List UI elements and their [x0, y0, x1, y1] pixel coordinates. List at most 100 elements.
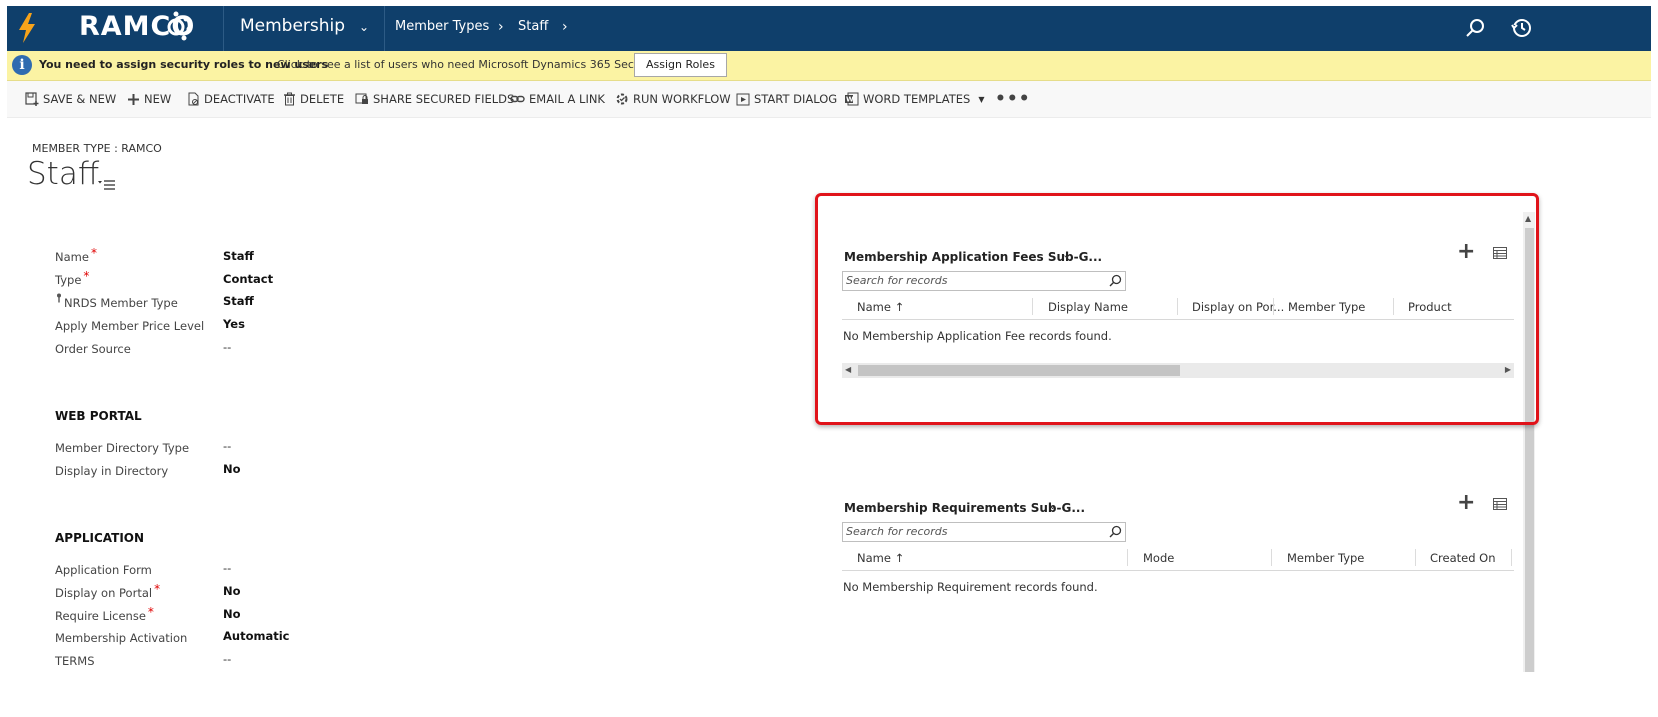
workflow-icon [616, 93, 628, 105]
run-workflow-label: RUN WORKFLOW [633, 92, 731, 106]
field-value-activation[interactable]: Automatic [223, 629, 289, 643]
plus-icon [128, 93, 139, 105]
word-templates-button[interactable]: W WORD TEMPLATES ▼ [844, 92, 984, 106]
field-label-display-portal: Display on Portal * [55, 582, 161, 600]
breadcrumb-staff[interactable]: Staff [518, 19, 548, 34]
required-marker: * [154, 582, 161, 596]
save-new-button[interactable]: SAVE & NEW [25, 92, 116, 106]
share-secured-fields-button[interactable]: SHARE SECURED FIELDS [355, 92, 514, 106]
field-label-type: Type * [55, 269, 90, 287]
column-header-mode[interactable]: Mode [1143, 551, 1174, 565]
record-type-label: MEMBER TYPE : RAMCO [32, 142, 162, 155]
column-divider[interactable] [1271, 549, 1272, 566]
email-link-label: EMAIL A LINK [529, 92, 605, 106]
field-value-display-directory[interactable]: No [223, 462, 241, 476]
field-label-order-source: Order Source [55, 342, 131, 356]
search-icon[interactable] [1109, 525, 1122, 538]
breadcrumb-member-types[interactable]: Member Types [395, 19, 489, 34]
subgrid-requirements-empty-message: No Membership Requirement records found. [843, 580, 1098, 594]
field-label-nrds: NRDS Member Type [64, 296, 178, 310]
field-value-directory-type[interactable]: -- [223, 439, 231, 453]
chevron-right-icon[interactable]: › [562, 19, 568, 35]
add-record-button[interactable]: + [1457, 490, 1475, 515]
column-divider[interactable] [1511, 549, 1512, 566]
word-templates-label: WORD TEMPLATES [863, 92, 971, 106]
share-lock-icon [355, 93, 368, 104]
save-new-label: SAVE & NEW [43, 92, 117, 106]
field-label-terms: TERMS [55, 654, 95, 668]
form-selector-icon[interactable] [98, 178, 116, 190]
email-link-button[interactable]: EMAIL A LINK [510, 92, 605, 106]
assign-roles-button[interactable]: Assign Roles [634, 53, 727, 77]
section-heading-web-portal: WEB PORTAL [55, 409, 142, 423]
subgrid-requirements-header: Name ↑ Mode Member Type Created On [842, 546, 1514, 571]
delete-button[interactable]: DELETE [283, 92, 344, 106]
field-value-name[interactable]: Staff [223, 249, 254, 263]
lightning-icon[interactable] [15, 12, 39, 44]
save-new-icon [25, 92, 39, 106]
column-header-created-on[interactable]: Created On [1430, 551, 1496, 565]
nav-module-membership[interactable]: Membership [240, 16, 345, 36]
deactivate-icon [188, 92, 199, 106]
trash-icon [284, 92, 295, 106]
page-title: Staff [27, 156, 100, 192]
chevron-down-icon[interactable]: ⌄ [359, 20, 369, 34]
column-divider[interactable] [1415, 549, 1416, 566]
column-header-name[interactable]: Name ↑ [857, 551, 904, 565]
info-icon: i [12, 55, 32, 75]
grid-view-icon[interactable] [1493, 498, 1507, 510]
field-label-price-level: Apply Member Price Level [55, 319, 205, 333]
more-commands-button[interactable]: ••• [995, 89, 1031, 109]
chevron-right-icon: › [498, 19, 504, 35]
svg-text:W: W [846, 96, 854, 104]
search-input[interactable] [846, 525, 1096, 538]
field-value-application-form[interactable]: -- [223, 561, 231, 575]
caret-down-icon: ▼ [978, 94, 985, 104]
field-label-activation: Membership Activation [55, 631, 188, 645]
required-marker: * [90, 246, 97, 260]
column-header-member-type[interactable]: Member Type [1287, 551, 1364, 565]
field-label-application-form: Application Form [55, 563, 152, 577]
chevron-down-icon[interactable]: ⌄ [1048, 499, 1057, 512]
start-dialog-label: START DIALOG [754, 92, 838, 106]
field-value-terms[interactable]: -- [223, 652, 231, 666]
run-workflow-button[interactable]: RUN WORKFLOW [615, 92, 731, 106]
column-divider[interactable] [1127, 549, 1128, 566]
section-heading-application: APPLICATION [55, 531, 145, 545]
field-value-type[interactable]: Contact [223, 272, 273, 286]
field-value-nrds[interactable]: Staff [223, 294, 254, 308]
start-dialog-button[interactable]: START DIALOG [736, 92, 837, 106]
share-secured-fields-label: SHARE SECURED FIELDS [373, 92, 515, 106]
field-label-name: Name * [55, 246, 97, 264]
field-label-display-directory: Display in Directory [55, 464, 169, 478]
nav-divider [223, 6, 224, 51]
required-marker: * [83, 269, 90, 283]
field-value-order-source[interactable]: -- [223, 340, 231, 354]
field-value-display-portal[interactable]: No [223, 584, 241, 598]
delete-label: DELETE [300, 92, 345, 106]
new-button[interactable]: NEW [127, 92, 171, 106]
required-marker: * [147, 605, 154, 619]
lock-key-icon [57, 293, 61, 303]
notification-bar: i You need to assign security roles to n… [7, 51, 1651, 81]
field-label-directory-type: Member Directory Type [55, 441, 190, 455]
highlight-box [815, 193, 1539, 425]
field-label-require-license: Require License * [55, 605, 154, 623]
app-frame: RAMCO Membership ⌄ Member Types › Staff … [7, 6, 1651, 713]
deactivate-button[interactable]: DEACTIVATE [187, 92, 275, 106]
search-icon[interactable] [1464, 16, 1488, 40]
word-icon: W [845, 92, 859, 106]
notification-message[interactable]: Click to see a list of users who need Mi… [277, 58, 696, 71]
field-value-require-license[interactable]: No [223, 607, 241, 621]
field-value-price-level[interactable]: Yes [223, 317, 245, 331]
history-icon[interactable] [1510, 16, 1534, 40]
nav-divider [384, 6, 385, 51]
logo-molecule-icon [167, 11, 192, 41]
command-bar: SAVE & NEW NEW DEACTIVATE DELETE SHARE S… [7, 81, 1651, 118]
top-nav-bar: RAMCO Membership ⌄ Member Types › Staff … [7, 6, 1651, 51]
deactivate-label: DEACTIVATE [204, 92, 275, 106]
new-label: NEW [144, 92, 172, 106]
link-icon [510, 95, 525, 103]
subgrid-requirements-search[interactable] [842, 522, 1126, 542]
dialog-play-icon [736, 93, 750, 105]
